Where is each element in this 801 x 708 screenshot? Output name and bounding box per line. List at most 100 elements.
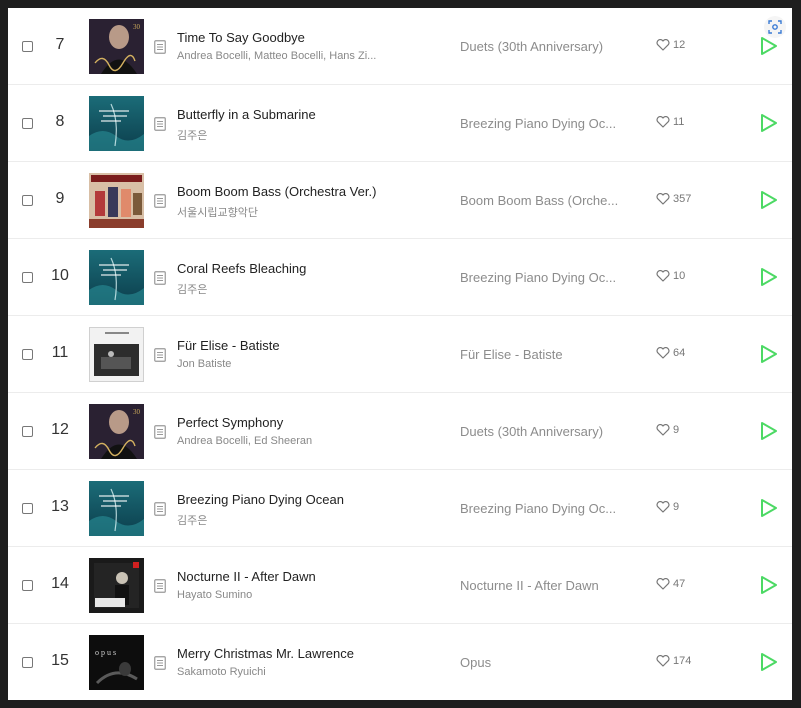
like-count: 10 xyxy=(673,270,686,282)
like-button[interactable]: 174 xyxy=(656,655,691,667)
album-cover[interactable] xyxy=(89,250,144,305)
album-name[interactable]: Breezing Piano Dying Oc... xyxy=(460,116,620,131)
album-name[interactable]: Boom Boom Bass (Orche... xyxy=(460,193,620,208)
like-button[interactable]: 11 xyxy=(656,116,684,128)
song-artist[interactable]: Andrea Bocelli, Ed Sheeran xyxy=(177,435,377,447)
song-rank: 10 xyxy=(51,267,69,284)
document-icon[interactable] xyxy=(154,271,166,285)
album-name[interactable]: Breezing Piano Dying Oc... xyxy=(460,270,620,285)
song-select-checkbox[interactable] xyxy=(22,426,33,437)
song-artist[interactable]: 김주은 xyxy=(177,512,377,528)
song-select-checkbox[interactable] xyxy=(22,118,33,129)
document-icon[interactable] xyxy=(154,656,166,670)
song-rank: 12 xyxy=(51,421,69,438)
like-button[interactable]: 12 xyxy=(656,39,685,51)
album-name[interactable]: Breezing Piano Dying Oc... xyxy=(460,501,620,516)
album-cover[interactable] xyxy=(89,173,144,228)
song-artist[interactable]: Sakamoto Ryuichi xyxy=(177,666,377,678)
like-count: 11 xyxy=(673,116,685,128)
heart-outline-icon xyxy=(656,424,670,436)
album-cover[interactable] xyxy=(89,558,144,613)
song-row[interactable]: 13 Breezing Piano Dying Ocean 김주은 Breezi… xyxy=(8,470,792,547)
song-artist[interactable]: 서울시립교향악단 xyxy=(177,204,377,220)
play-icon[interactable] xyxy=(760,36,778,56)
play-icon[interactable] xyxy=(760,575,778,595)
document-icon[interactable] xyxy=(154,194,166,208)
album-name[interactable]: Duets (30th Anniversary) xyxy=(460,39,620,54)
song-title[interactable]: Butterfly in a Submarine xyxy=(177,107,417,122)
song-row[interactable]: 8 Butterfly in a Submarine 김주은 Breezing … xyxy=(8,85,792,162)
album-name[interactable]: Opus xyxy=(460,655,620,670)
song-select-checkbox[interactable] xyxy=(22,41,33,52)
album-art xyxy=(89,250,144,305)
song-artist[interactable]: 김주은 xyxy=(177,127,377,143)
song-artist[interactable]: Andrea Bocelli, Matteo Bocelli, Hans Zi.… xyxy=(177,50,377,62)
document-icon[interactable] xyxy=(154,348,166,362)
like-button[interactable]: 64 xyxy=(656,347,685,359)
album-art xyxy=(89,481,144,536)
screen-capture-button[interactable] xyxy=(764,16,786,38)
song-row[interactable]: 7 30 Time To Say Goodbye Andrea Bocelli,… xyxy=(8,8,792,85)
play-icon[interactable] xyxy=(760,652,778,672)
song-title[interactable]: Für Elise - Batiste xyxy=(177,338,417,353)
song-row[interactable]: 15 opus Merry Christmas Mr. Lawrence Sak… xyxy=(8,624,792,700)
song-rank: 11 xyxy=(51,344,69,361)
song-row[interactable]: 11 Für Elise - Batiste Jon Batiste Für E… xyxy=(8,316,792,393)
song-title[interactable]: Breezing Piano Dying Ocean xyxy=(177,492,417,507)
song-list-panel: 7 30 Time To Say Goodbye Andrea Bocelli,… xyxy=(8,8,792,700)
like-button[interactable]: 47 xyxy=(656,578,685,590)
like-button[interactable]: 357 xyxy=(656,193,691,205)
song-select-checkbox[interactable] xyxy=(22,349,33,360)
album-art xyxy=(89,558,144,613)
song-row[interactable]: 9 Boom Boom Bass (Orchestra Ver.) 서울시립교향… xyxy=(8,162,792,239)
album-cover[interactable] xyxy=(89,327,144,382)
like-button[interactable]: 9 xyxy=(656,501,679,513)
document-icon[interactable] xyxy=(154,502,166,516)
song-select-checkbox[interactable] xyxy=(22,503,33,514)
song-title[interactable]: Merry Christmas Mr. Lawrence xyxy=(177,646,417,661)
album-name[interactable]: Für Elise - Batiste xyxy=(460,347,620,362)
album-cover[interactable] xyxy=(89,481,144,536)
album-cover[interactable]: opus xyxy=(89,635,144,690)
song-select-checkbox[interactable] xyxy=(22,195,33,206)
song-row[interactable]: 12 30 Perfect Symphony Andrea Bocelli, E… xyxy=(8,393,792,470)
song-title[interactable]: Time To Say Goodbye xyxy=(177,30,417,45)
play-icon[interactable] xyxy=(760,344,778,364)
song-artist[interactable]: Jon Batiste xyxy=(177,358,377,370)
like-count: 9 xyxy=(673,501,680,513)
song-select-checkbox[interactable] xyxy=(22,272,33,283)
heart-outline-icon xyxy=(656,39,670,51)
song-select-checkbox[interactable] xyxy=(22,580,33,591)
album-cover[interactable] xyxy=(89,96,144,151)
like-count: 174 xyxy=(673,655,692,667)
song-artist[interactable]: 김주은 xyxy=(177,281,377,297)
play-icon[interactable] xyxy=(760,498,778,518)
album-cover[interactable]: 30 xyxy=(89,404,144,459)
play-icon[interactable] xyxy=(760,113,778,133)
document-icon[interactable] xyxy=(154,117,166,131)
song-title[interactable]: Boom Boom Bass (Orchestra Ver.) xyxy=(177,184,417,199)
document-icon[interactable] xyxy=(154,425,166,439)
document-icon[interactable] xyxy=(154,40,166,54)
song-title[interactable]: Perfect Symphony xyxy=(177,415,417,430)
like-button[interactable]: 9 xyxy=(656,424,679,436)
play-icon[interactable] xyxy=(760,421,778,441)
album-name[interactable]: Duets (30th Anniversary) xyxy=(460,424,620,439)
album-name[interactable]: Nocturne II - After Dawn xyxy=(460,578,620,593)
play-icon[interactable] xyxy=(760,267,778,287)
like-button[interactable]: 10 xyxy=(656,270,685,282)
song-row[interactable]: 14 Nocturne II - After Dawn Hayato Sumin… xyxy=(8,547,792,624)
album-art xyxy=(89,96,144,151)
album-art: opus xyxy=(89,635,144,690)
song-artist[interactable]: Hayato Sumino xyxy=(177,589,377,601)
document-icon[interactable] xyxy=(154,579,166,593)
album-cover[interactable]: 30 xyxy=(89,19,144,74)
like-count: 9 xyxy=(673,424,680,436)
play-icon[interactable] xyxy=(760,190,778,210)
song-title[interactable]: Nocturne II - After Dawn xyxy=(177,569,417,584)
song-rank: 15 xyxy=(51,652,69,669)
song-title[interactable]: Coral Reefs Bleaching xyxy=(177,261,417,276)
song-row[interactable]: 10 Coral Reefs Bleaching 김주은 Breezing Pi… xyxy=(8,239,792,316)
song-select-checkbox[interactable] xyxy=(22,657,33,668)
song-rank: 9 xyxy=(55,190,65,207)
